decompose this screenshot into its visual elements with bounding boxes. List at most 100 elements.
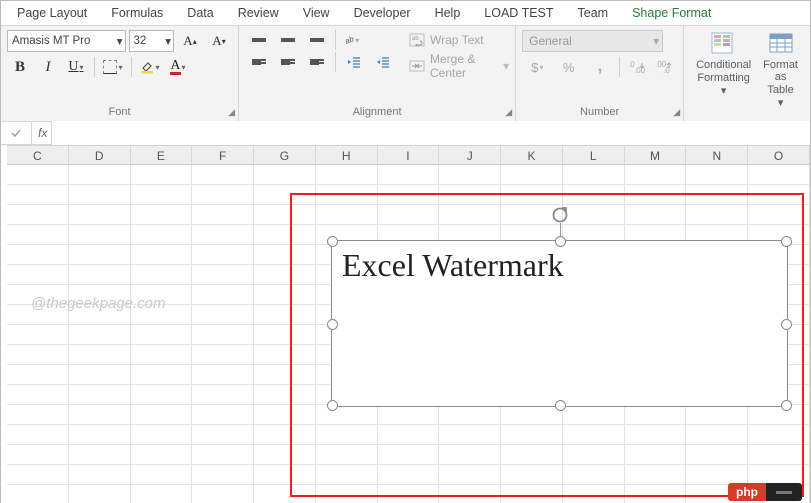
cell[interactable]: [501, 485, 563, 503]
cell[interactable]: [131, 205, 193, 225]
italic-button[interactable]: I: [35, 56, 61, 78]
cell[interactable]: [748, 425, 810, 445]
cell[interactable]: [131, 185, 193, 205]
check-icon[interactable]: [1, 122, 31, 144]
cell[interactable]: [7, 405, 69, 425]
cell[interactable]: [563, 425, 625, 445]
cell[interactable]: [192, 265, 254, 285]
font-color-button[interactable]: A▾: [165, 56, 191, 78]
insert-function-button[interactable]: fx: [32, 122, 51, 144]
cell[interactable]: [254, 245, 316, 265]
resize-handle-tr[interactable]: [781, 236, 792, 247]
cell[interactable]: [625, 485, 687, 503]
cell[interactable]: [7, 265, 69, 285]
cell[interactable]: [563, 405, 625, 425]
cell[interactable]: [625, 405, 687, 425]
tab-help[interactable]: Help: [423, 2, 473, 24]
cell[interactable]: [7, 365, 69, 385]
font-name-dropdown[interactable]: Amasis MT Pro ▾: [7, 30, 126, 52]
cell[interactable]: [439, 405, 501, 425]
cell[interactable]: [439, 425, 501, 445]
cell[interactable]: [439, 205, 501, 225]
cell[interactable]: [7, 245, 69, 265]
comma-format-button[interactable]: ,: [585, 56, 615, 78]
cell[interactable]: [254, 205, 316, 225]
cell[interactable]: [192, 305, 254, 325]
cell[interactable]: [192, 225, 254, 245]
align-center-button[interactable]: [274, 52, 302, 72]
cell[interactable]: [7, 205, 69, 225]
cell[interactable]: [131, 265, 193, 285]
cell[interactable]: [748, 185, 810, 205]
align-middle-button[interactable]: [274, 30, 302, 50]
cell[interactable]: [192, 285, 254, 305]
format-as-table-button[interactable]: Format as Table ▾: [757, 28, 804, 109]
cell[interactable]: [254, 265, 316, 285]
cell[interactable]: [748, 205, 810, 225]
cell[interactable]: [316, 185, 378, 205]
cell[interactable]: [192, 425, 254, 445]
cell[interactable]: [378, 445, 440, 465]
cell[interactable]: [254, 305, 316, 325]
cell[interactable]: [501, 165, 563, 185]
col-header-f[interactable]: F: [192, 145, 254, 165]
fill-color-button[interactable]: ▾: [137, 56, 163, 78]
cell[interactable]: [686, 465, 748, 485]
cell[interactable]: [192, 485, 254, 503]
bold-button[interactable]: B: [7, 56, 33, 78]
cell[interactable]: [7, 325, 69, 345]
cell[interactable]: [192, 245, 254, 265]
align-top-button[interactable]: [245, 30, 273, 50]
cell[interactable]: [254, 345, 316, 365]
col-header-c[interactable]: C: [7, 145, 69, 165]
tab-load-test[interactable]: LOAD TEST: [472, 2, 565, 24]
cell[interactable]: [254, 225, 316, 245]
decrease-indent-button[interactable]: [340, 52, 368, 72]
cell[interactable]: [7, 425, 69, 445]
cell[interactable]: [625, 205, 687, 225]
percent-format-button[interactable]: %: [553, 56, 583, 78]
increase-indent-button[interactable]: [369, 52, 397, 72]
col-header-g[interactable]: G: [254, 145, 316, 165]
cell[interactable]: [254, 485, 316, 503]
orientation-button[interactable]: ab ▾: [340, 30, 368, 50]
font-size-dropdown[interactable]: 32 ▾: [129, 30, 174, 52]
cell[interactable]: [69, 325, 131, 345]
cell[interactable]: [69, 405, 131, 425]
cell[interactable]: [686, 165, 748, 185]
cell[interactable]: [131, 465, 193, 485]
cell[interactable]: [563, 485, 625, 503]
cell[interactable]: [439, 445, 501, 465]
cell[interactable]: [192, 185, 254, 205]
cell[interactable]: [192, 165, 254, 185]
textbox-text[interactable]: Excel Watermark: [332, 241, 787, 290]
cell[interactable]: [316, 405, 378, 425]
cell[interactable]: [131, 445, 193, 465]
cell[interactable]: [254, 185, 316, 205]
cell[interactable]: [192, 205, 254, 225]
cell[interactable]: [316, 445, 378, 465]
cell[interactable]: [378, 485, 440, 503]
cell[interactable]: [69, 345, 131, 365]
cell[interactable]: [748, 405, 810, 425]
cell[interactable]: [254, 445, 316, 465]
cell[interactable]: [192, 365, 254, 385]
resize-handle-bm[interactable]: [555, 400, 566, 411]
cell[interactable]: [69, 165, 131, 185]
tab-team[interactable]: Team: [566, 2, 621, 24]
cell[interactable]: [748, 165, 810, 185]
cell[interactable]: [131, 245, 193, 265]
cell[interactable]: [69, 485, 131, 503]
worksheet-area[interactable]: C D E F G H I J K L M N O @thegeekpage.c…: [1, 145, 810, 503]
resize-handle-br[interactable]: [781, 400, 792, 411]
font-dialog-launcher[interactable]: ◢: [228, 107, 235, 118]
cell[interactable]: [69, 185, 131, 205]
cell[interactable]: [131, 225, 193, 245]
cell[interactable]: [316, 425, 378, 445]
cell[interactable]: [7, 225, 69, 245]
cell[interactable]: [131, 425, 193, 445]
resize-handle-ml[interactable]: [327, 319, 338, 330]
cell[interactable]: [501, 405, 563, 425]
col-header-m[interactable]: M: [625, 145, 687, 165]
cell[interactable]: [316, 165, 378, 185]
